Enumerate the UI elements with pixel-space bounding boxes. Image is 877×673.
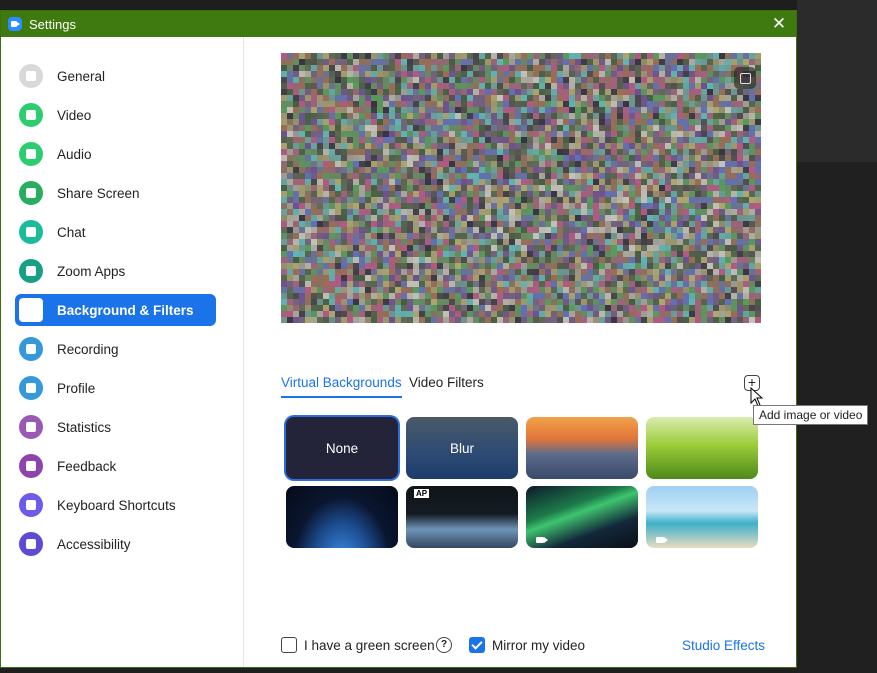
zoom-app-icon bbox=[8, 17, 22, 31]
sidebar-item-label: Feedback bbox=[57, 458, 117, 474]
sidebar-item-label: Accessibility bbox=[57, 536, 131, 552]
mouse-cursor-icon bbox=[750, 387, 764, 407]
sidebar-item-label: Keyboard Shortcuts bbox=[57, 497, 176, 513]
sidebar-item-feedback[interactable]: Feedback bbox=[15, 450, 216, 482]
background-thumbnail-label: AP bbox=[406, 486, 518, 548]
background-filters-panel: Virtual Backgrounds Video Filters + None… bbox=[244, 37, 869, 667]
sidebar-item-label: Share Screen bbox=[57, 185, 140, 201]
record-icon bbox=[19, 337, 43, 361]
sidebar-item-label: Audio bbox=[57, 146, 92, 162]
settings-sidebar: General Video Audio Share Screen Chat Zoom Ap… bbox=[1, 37, 244, 667]
background-thumbnail-aurora[interactable] bbox=[526, 486, 638, 548]
headphones-icon bbox=[19, 142, 43, 166]
accessibility-icon bbox=[19, 532, 43, 556]
sidebar-item-accessibility[interactable]: Accessibility bbox=[15, 528, 216, 560]
video-preview bbox=[281, 53, 761, 323]
sidebar-item-label: General bbox=[57, 68, 106, 84]
settings-window: Settings ✕ General Video Audio Share Screen… bbox=[0, 10, 869, 668]
sidebar-item-video[interactable]: Video bbox=[15, 99, 216, 131]
sidebar-item-label: Background & Filters bbox=[57, 302, 194, 318]
background-thumbnail-blur[interactable]: Blur bbox=[406, 417, 518, 479]
rotate-camera-icon[interactable] bbox=[734, 67, 756, 89]
background-thumbnail-none[interactable]: None bbox=[286, 417, 398, 479]
sidebar-item-statistics[interactable]: Statistics bbox=[15, 411, 216, 443]
sidebar-item-share-screen[interactable]: Share Screen bbox=[15, 177, 216, 209]
title-bar: Settings ✕ bbox=[1, 11, 796, 37]
profile-icon bbox=[19, 376, 43, 400]
tab-virtual-backgrounds[interactable]: Virtual Backgrounds bbox=[281, 375, 402, 398]
background-thumbnail-beach[interactable] bbox=[646, 486, 758, 548]
apps-icon bbox=[19, 259, 43, 283]
tab-video-filters[interactable]: Video Filters bbox=[409, 375, 484, 396]
sidebar-item-recording[interactable]: Recording bbox=[15, 333, 216, 365]
background-person-icon bbox=[19, 298, 43, 322]
sidebar-item-label: Zoom Apps bbox=[57, 263, 126, 279]
video-camera-icon bbox=[656, 537, 668, 543]
sidebar-item-label: Chat bbox=[57, 224, 86, 240]
sidebar-item-profile[interactable]: Profile bbox=[15, 372, 216, 404]
green-screen-label: I have a green screen bbox=[304, 638, 435, 653]
sidebar-item-zoom-apps[interactable]: Zoom Apps bbox=[15, 255, 216, 287]
help-icon[interactable]: ? bbox=[436, 637, 452, 653]
sidebar-item-chat[interactable]: Chat bbox=[15, 216, 216, 248]
keyboard-icon bbox=[19, 493, 43, 517]
gear-icon bbox=[19, 64, 43, 88]
background-thumbnail-earth-news[interactable]: AP bbox=[406, 486, 518, 548]
ap-logo: AP bbox=[414, 489, 430, 498]
sidebar-item-audio[interactable]: Audio bbox=[15, 138, 216, 170]
sidebar-item-label: Statistics bbox=[57, 419, 112, 435]
studio-effects-link[interactable]: Studio Effects bbox=[682, 638, 765, 653]
background-thumbnail-golden-gate[interactable] bbox=[526, 417, 638, 479]
mirror-video-checkbox[interactable] bbox=[469, 637, 485, 653]
mirror-video-label: Mirror my video bbox=[492, 638, 586, 653]
sidebar-item-background-filters[interactable]: Background & Filters bbox=[15, 294, 216, 326]
sidebar-item-keyboard-shortcuts[interactable]: Keyboard Shortcuts bbox=[15, 489, 216, 521]
window-title: Settings bbox=[29, 16, 76, 32]
share-screen-icon bbox=[19, 181, 43, 205]
background-thumbnail-earth-space[interactable] bbox=[286, 486, 398, 548]
video-camera-icon bbox=[536, 537, 548, 543]
chat-bubble-icon bbox=[19, 220, 43, 244]
sidebar-item-label: Recording bbox=[57, 341, 119, 357]
smiley-icon bbox=[19, 454, 43, 478]
bar-chart-icon bbox=[19, 415, 43, 439]
green-screen-checkbox[interactable] bbox=[281, 637, 297, 653]
close-icon[interactable]: ✕ bbox=[769, 14, 789, 34]
video-camera-icon bbox=[19, 103, 43, 127]
background-thumbnail-grass[interactable] bbox=[646, 417, 758, 479]
background-thumbnail-label: None bbox=[325, 440, 359, 456]
sidebar-item-label: Video bbox=[57, 107, 92, 123]
sidebar-item-label: Profile bbox=[57, 380, 96, 396]
desktop-background bbox=[797, 0, 877, 673]
add-image-tooltip: Add image or video bbox=[753, 405, 869, 425]
sidebar-item-general[interactable]: General bbox=[15, 60, 216, 92]
background-thumbnail-label: Blur bbox=[449, 440, 474, 456]
